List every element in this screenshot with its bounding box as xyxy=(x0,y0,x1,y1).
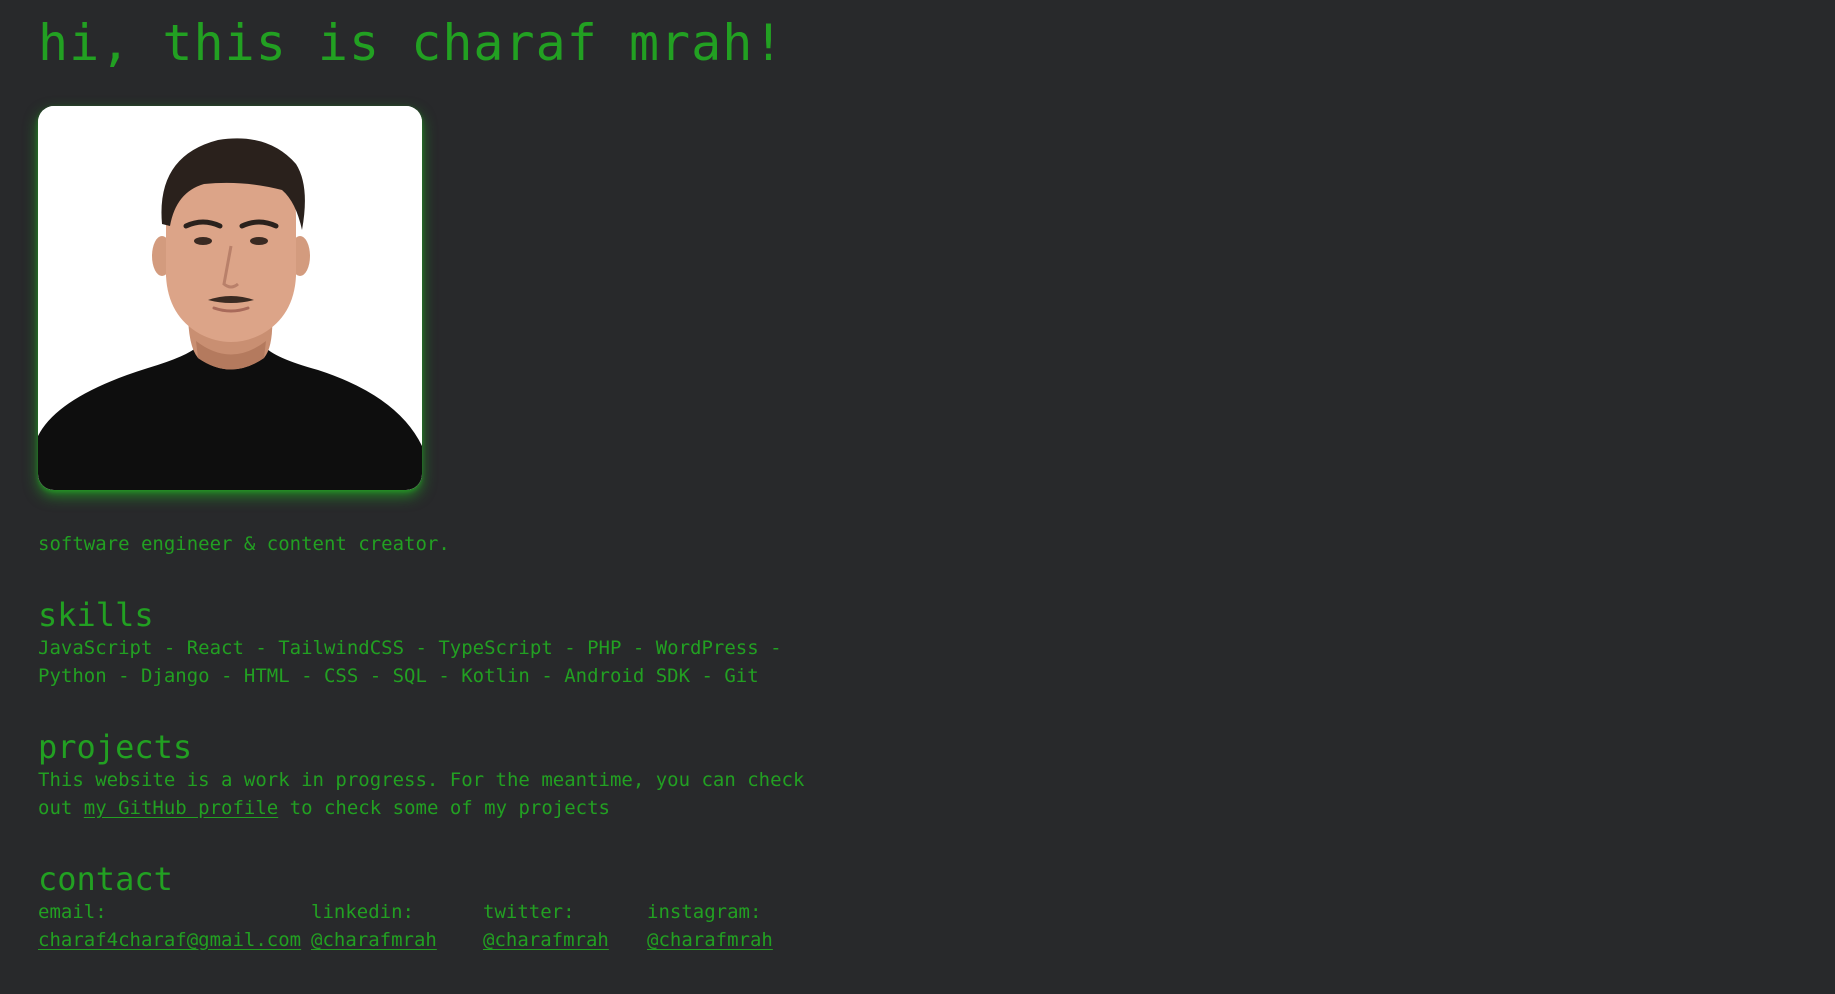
contact-linkedin-link[interactable]: @charafmrah xyxy=(311,926,437,954)
contact-twitter-link[interactable]: @charafmrah xyxy=(483,926,609,954)
profile-photo-image xyxy=(38,106,422,490)
page-title: hi, this is charaf mrah! xyxy=(38,14,785,72)
profile-photo xyxy=(38,106,422,490)
contact-email: email: charaf4charaf@gmail.com xyxy=(38,898,301,954)
projects-heading: projects xyxy=(38,728,193,766)
contact-instagram-link[interactable]: @charafmrah xyxy=(647,926,773,954)
tagline: software engineer & content creator. xyxy=(38,533,450,555)
skills-list: JavaScript - React - TailwindCSS - TypeS… xyxy=(38,637,782,687)
contact-linkedin: linkedin: @charafmrah xyxy=(311,898,437,954)
projects-description: This website is a work in progress. For … xyxy=(38,766,818,822)
contact-email-label: email: xyxy=(38,901,107,923)
skills-heading: skills xyxy=(38,596,154,634)
contact-instagram-label: instagram: xyxy=(647,901,762,923)
contact-heading: contact xyxy=(38,860,173,898)
contact-instagram: instagram: @charafmrah xyxy=(647,898,773,954)
contact-twitter-label: twitter: xyxy=(483,901,575,923)
projects-text-after: to check some of my projects xyxy=(278,797,610,819)
contact-linkedin-label: linkedin: xyxy=(311,901,414,923)
github-profile-link[interactable]: my GitHub profile xyxy=(84,797,278,819)
contact-twitter: twitter: @charafmrah xyxy=(483,898,609,954)
contact-email-link[interactable]: charaf4charaf@gmail.com xyxy=(38,926,301,954)
